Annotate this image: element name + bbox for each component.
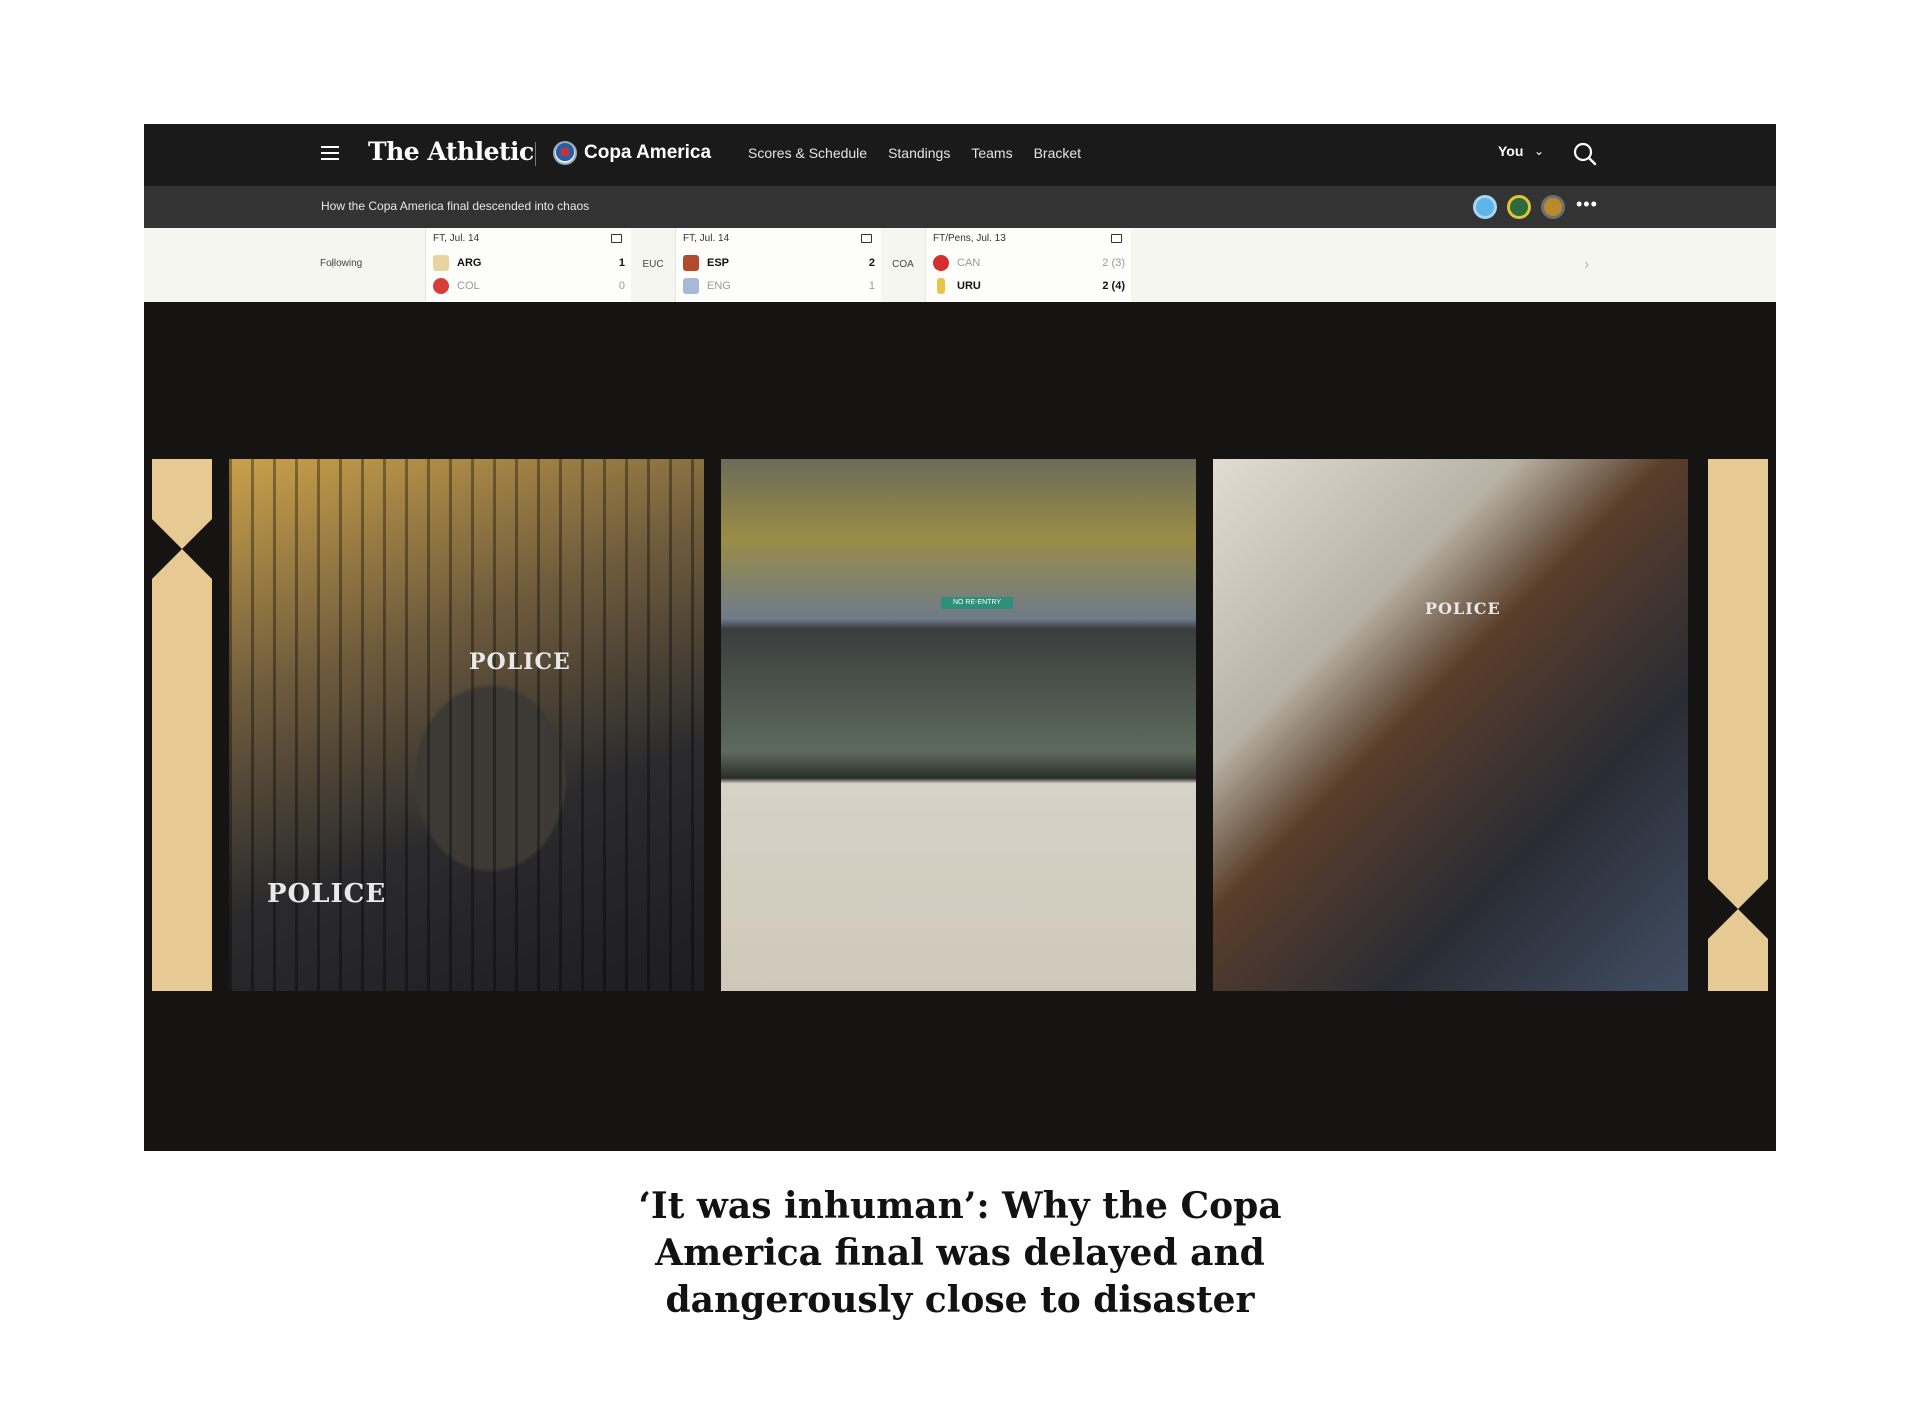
diamond-notch-icon <box>152 519 212 579</box>
photo-crowd-and-gates: NO RE-ENTRY <box>721 459 1196 991</box>
chevron-down-icon[interactable]: ⌄ <box>1534 144 1544 158</box>
team-score: 0 <box>618 280 625 292</box>
photo-police-at-fence: POLICE POLICE <box>229 459 704 991</box>
team-row-away: COL 0 <box>433 277 625 295</box>
right-decorative-bar <box>1708 459 1768 991</box>
colombia-badge-icon[interactable] <box>1507 195 1531 219</box>
match-status: FT/Pens, Jul. 13 <box>933 233 1006 244</box>
team-row-home: ESP 2 <box>683 254 875 272</box>
comment-icon[interactable] <box>861 234 872 243</box>
team-score: 2 (3) <box>1102 257 1125 269</box>
comment-icon[interactable] <box>611 234 622 243</box>
user-menu-button[interactable]: You <box>1498 143 1523 159</box>
argentina-crest-icon <box>433 255 449 271</box>
no-reentry-sign: NO RE-ENTRY <box>941 597 1013 609</box>
england-crest-icon <box>683 278 699 294</box>
team-abbr: URU <box>957 280 981 292</box>
left-decorative-bar <box>152 459 212 991</box>
team-abbr: COL <box>457 280 480 292</box>
team-row-away: ENG 1 <box>683 277 875 295</box>
vest-text: POLICE <box>469 649 571 675</box>
nav-standings[interactable]: Standings <box>888 145 950 161</box>
photo-officer-and-injured-fan: POLICE <box>1213 459 1688 991</box>
diamond-notch-icon <box>1708 879 1768 939</box>
following-label[interactable]: Following <box>320 258 362 269</box>
nav-bracket[interactable]: Bracket <box>1034 145 1081 161</box>
team-abbr: CAN <box>957 257 981 269</box>
team-row-home: CAN 2 (3) <box>933 254 1125 272</box>
section-nav: Scores & Schedule Standings Teams Bracke… <box>748 145 1102 161</box>
score-card-can-uru[interactable]: FT/Pens, Jul. 13 CAN 2 (3) URU 2 (4) <box>925 228 1131 302</box>
vest-text: POLICE <box>267 879 387 909</box>
team-score: 1 <box>618 257 625 269</box>
colombia-crest-icon <box>433 278 449 294</box>
section-title[interactable]: Copa America <box>584 142 711 164</box>
argentina-badge-icon[interactable] <box>1473 195 1497 219</box>
search-icon[interactable] <box>1572 141 1598 167</box>
more-options-icon[interactable]: ••• <box>1576 194 1598 215</box>
score-card-arg-col[interactable]: FT, Jul. 14 ARG 1 COL 0 <box>425 228 631 302</box>
team-score: 2 (4) <box>1102 280 1125 292</box>
article-subbar: How the Copa America final descended int… <box>144 186 1776 228</box>
trophy-badge-icon[interactable] <box>1541 195 1565 219</box>
team-abbr: ENG <box>707 280 731 292</box>
logo-divider <box>535 142 536 166</box>
vest-text: POLICE <box>1425 599 1501 618</box>
brand-logo[interactable]: The Athletic <box>368 137 534 166</box>
nav-teams[interactable]: Teams <box>971 145 1012 161</box>
spain-crest-icon <box>683 255 699 271</box>
team-row-home: ARG 1 <box>433 254 625 272</box>
team-score: 2 <box>868 257 875 269</box>
hero-image: POLICE POLICE NO RE-ENTRY POLICE <box>144 302 1776 1151</box>
nav-scores-schedule[interactable]: Scores & Schedule <box>748 145 867 161</box>
scores-strip: ‹ Following FT, Jul. 14 ARG 1 COL 0 EUC … <box>144 228 1776 302</box>
team-row-away: URU 2 (4) <box>933 277 1125 295</box>
team-score: 1 <box>868 280 875 292</box>
comment-icon[interactable] <box>1111 234 1122 243</box>
competition-label[interactable]: EUC <box>631 228 675 302</box>
team-abbr: ESP <box>707 257 730 269</box>
scores-next-arrow-icon[interactable]: › <box>1584 256 1589 274</box>
canada-crest-icon <box>933 255 949 271</box>
browser-viewport: The Athletic Copa America Scores & Sched… <box>144 124 1776 1151</box>
team-abbr: ARG <box>457 257 482 269</box>
score-card-esp-eng[interactable]: FT, Jul. 14 ESP 2 ENG 1 <box>675 228 881 302</box>
match-status: FT, Jul. 14 <box>683 233 730 244</box>
article-breadcrumb-title[interactable]: How the Copa America final descended int… <box>321 199 589 213</box>
copa-america-logo-icon[interactable] <box>553 141 577 165</box>
article-headline[interactable]: ‘It was inhuman’: Why the Copa America f… <box>560 1183 1360 1324</box>
menu-icon[interactable] <box>321 146 339 160</box>
competition-label[interactable]: COA <box>881 228 925 302</box>
uruguay-crest-icon <box>937 278 945 294</box>
top-navigation: The Athletic Copa America Scores & Sched… <box>144 124 1776 186</box>
match-status: FT, Jul. 14 <box>433 233 480 244</box>
